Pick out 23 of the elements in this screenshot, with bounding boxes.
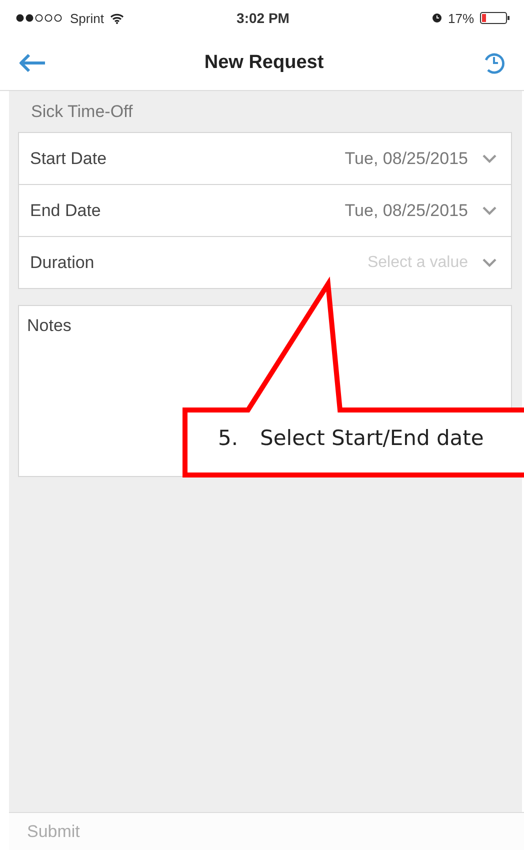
callout-number: 5. [218,426,238,450]
callout-text: Select Start/End date [260,426,484,450]
chevron-down-icon [482,258,497,267]
back-arrow-icon[interactable] [18,53,46,73]
chevron-down-icon [482,154,497,163]
screen-title: New Request [204,52,324,73]
field-label: Duration [30,252,96,272]
history-icon[interactable] [482,51,506,75]
field-label: End Date [30,200,102,220]
dropdown-row[interactable]: End Date Tue, 08/25/2015 [19,184,511,236]
alarm-icon [432,13,442,23]
field-label: Start Date [30,148,108,168]
chevron-down-icon [482,206,497,215]
field-value: Tue, 08/25/2015 [344,200,468,220]
dropdown-row[interactable]: Start Date Tue, 08/25/2015 [19,133,511,184]
signal-icon [16,14,64,22]
battery-percent: 17% [448,10,474,26]
field-value: Tue, 08/25/2015 [344,148,468,168]
battery-icon [480,12,510,24]
carrier-name: Sprint [70,10,104,26]
status-time: 3:02 PM [236,10,290,26]
section-title: Sick Time-Off [31,102,133,121]
wifi-icon [110,12,124,24]
